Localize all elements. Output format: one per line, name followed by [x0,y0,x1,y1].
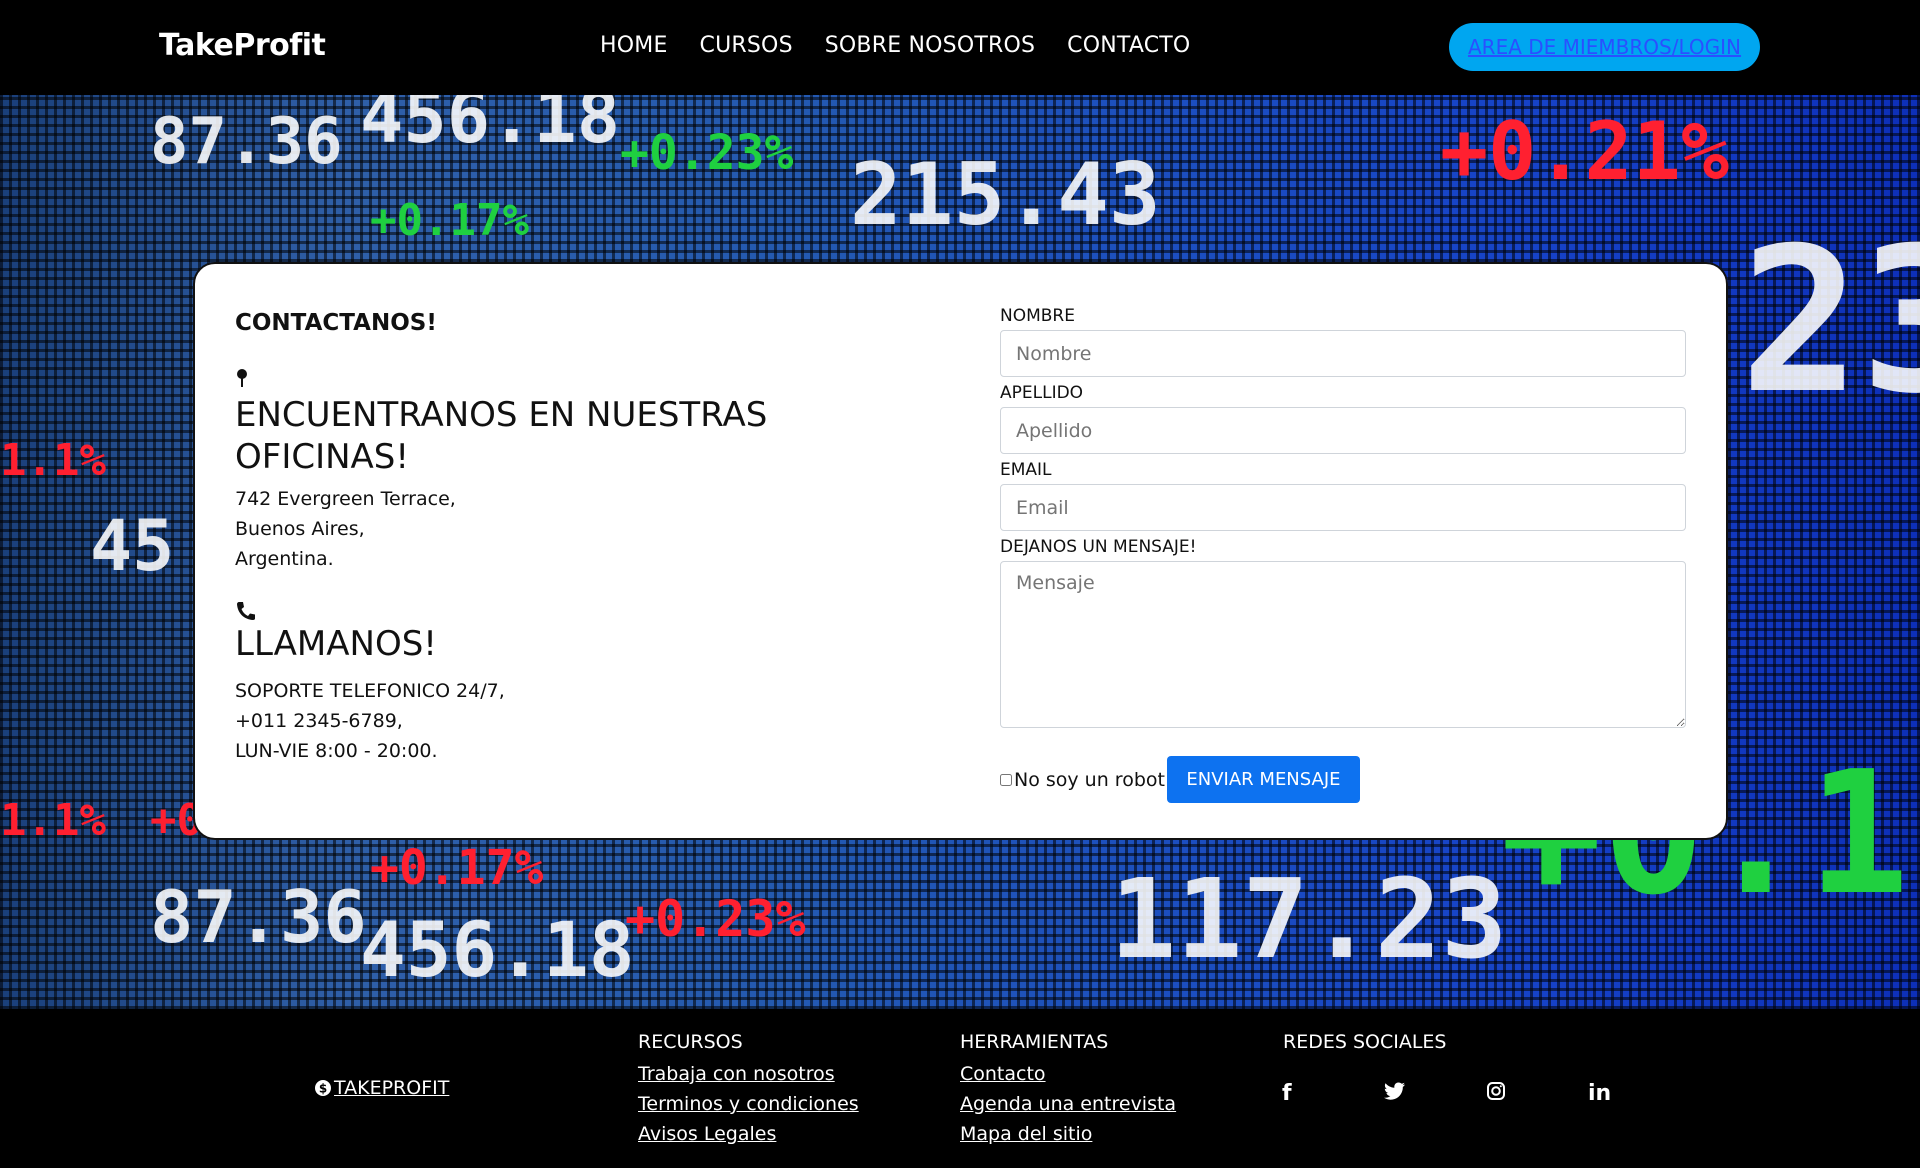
office-address: 742 Evergreen Terrace, Buenos Aires, Arg… [235,484,456,574]
message-label: DEJANOS UN MENSAJE! [1000,537,1197,557]
nav-home[interactable]: HOME [600,33,668,58]
lastname-input[interactable] [1000,407,1686,454]
login-link[interactable]: AREA DE MIEMBROS/LOGIN [1468,35,1741,59]
footer-social: REDES SOCIALES [1283,1031,1446,1059]
ticker-value: 45 [90,505,175,587]
footer-tools: HERRAMIENTAS Contacto Agenda una entrevi… [960,1031,1176,1149]
ticker-value: +0.23% [620,125,794,181]
support-line: +011 2345-6789, [235,710,403,732]
ticker-value: +0.17% [370,195,529,246]
support-info: SOPORTE TELEFONICO 24/7, +011 2345-6789,… [235,676,505,766]
footer-link-mapa[interactable]: Mapa del sitio [960,1119,1176,1149]
footer-resources: RECURSOS Trabaja con nosotros Terminos y… [638,1031,859,1149]
site-logo[interactable]: TakeProfit [159,28,326,63]
ticker-value: 456.18 [360,95,621,159]
svg-text:$: $ [319,1082,327,1096]
resources-title: RECURSOS [638,1031,743,1053]
address-line: Argentina. [235,548,334,570]
social-title: REDES SOCIALES [1283,1031,1447,1053]
footer-link-contacto[interactable]: Contacto [960,1059,1176,1089]
address-line: 742 Evergreen Terrace, [235,488,456,510]
map-pin-icon [237,369,247,387]
call-title: LLAMANOS! [235,624,437,664]
email-label: EMAIL [1000,460,1052,480]
ticker-value: 1.1% [0,795,106,846]
footer: $ TAKEPROFIT RECURSOS Trabaja con nosotr… [0,1009,1920,1168]
ticker-value: 117.23 [1110,855,1508,983]
ticker-value: 23 [1740,205,1920,438]
facebook-icon[interactable]: f [1282,1081,1384,1107]
twitter-icon[interactable] [1384,1081,1486,1107]
instagram-icon[interactable] [1486,1081,1588,1107]
dollar-circle-icon: $ [315,1080,331,1096]
email-input[interactable] [1000,484,1686,531]
robot-label: No soy un robot [1014,768,1165,791]
ticker-value: +0.23% [625,890,806,948]
footer-brand-link[interactable]: $ TAKEPROFIT [314,1077,449,1099]
ticker-value: +0.21% [1440,105,1729,198]
ticker-value: 215.43 [850,145,1161,245]
name-input[interactable] [1000,330,1686,377]
ticker-value: 87.36 [150,875,367,959]
nav-sobre-nosotros[interactable]: SOBRE NOSOTROS [825,33,1035,58]
support-line: SOPORTE TELEFONICO 24/7, [235,680,505,702]
lastname-label: APELLIDO [1000,383,1084,403]
footer-link-agenda[interactable]: Agenda una entrevista [960,1089,1176,1119]
message-textarea[interactable] [1000,561,1686,728]
phone-icon [237,602,255,620]
ticker-value: 87.36 [150,105,343,179]
footer-brand-text: TAKEPROFIT [334,1077,450,1099]
footer-link-terminos[interactable]: Terminos y condiciones [638,1089,859,1119]
send-message-button[interactable]: ENVIAR MENSAJE [1166,756,1360,803]
captcha-row: No soy un robot ENVIAR MENSAJE [1000,756,1360,803]
support-line: LUN-VIE 8:00 - 20:00. [235,740,438,762]
main-nav: HOME CURSOS SOBRE NOSOTROS CONTACTO [600,33,1190,58]
nav-cursos[interactable]: CURSOS [700,33,793,58]
nav-contacto[interactable]: CONTACTO [1067,33,1190,58]
social-icons: f in [1282,1081,1690,1107]
ticker-value: 456.18 [360,905,635,994]
contact-form: NOMBRE APELLIDO EMAIL DEJANOS UN MENSAJE… [1000,306,1688,803]
office-title: ENCUENTRANOS EN NUESTRAS OFICINAS! [235,395,768,477]
name-label: NOMBRE [1000,306,1075,326]
contact-title: CONTACTANOS! [235,310,437,336]
top-navbar: TakeProfit HOME CURSOS SOBRE NOSOTROS CO… [0,0,1920,95]
tools-title: HERRAMIENTAS [960,1031,1109,1053]
footer-link-trabaja[interactable]: Trabaja con nosotros [638,1059,859,1089]
login-button[interactable]: AREA DE MIEMBROS/LOGIN [1449,23,1760,71]
linkedin-icon[interactable]: in [1588,1081,1690,1107]
ticker-value: +0.17% [370,840,544,896]
robot-checkbox[interactable] [1000,773,1012,786]
ticker-value: 1.1% [0,435,106,486]
address-line: Buenos Aires, [235,518,365,540]
footer-link-avisos[interactable]: Avisos Legales [638,1119,859,1149]
contact-card: CONTACTANOS! ENCUENTRANOS EN NUESTRAS OF… [193,262,1728,840]
